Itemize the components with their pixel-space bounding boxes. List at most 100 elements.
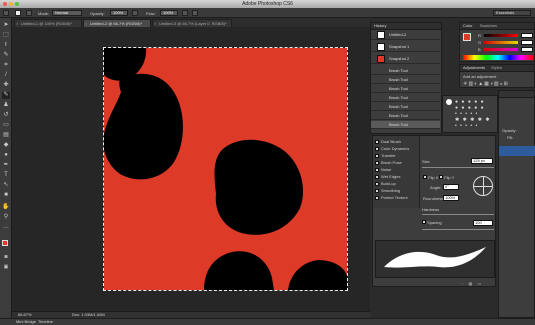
screen-mode-icon[interactable]: ▣	[2, 264, 10, 271]
pressure-opacity-icon[interactable]	[132, 10, 138, 16]
document-tab[interactable]: × Untitled-3 @ 66.7% (Layer 0, RGB/8)*	[152, 19, 232, 27]
angle-roundness-widget[interactable]	[473, 176, 493, 196]
tool-preset-icon[interactable]	[3, 10, 9, 16]
shape-tool-icon[interactable]: ■	[2, 192, 10, 199]
document-tab-active[interactable]: × Untitled-2 @ 66.7% (RGB/8)*	[83, 19, 151, 27]
option-build-up[interactable]: Build-up	[375, 180, 396, 187]
marquee-tool-icon[interactable]: ⬚	[2, 32, 10, 39]
close-tab-icon[interactable]: ×	[16, 20, 18, 27]
crop-tool-icon[interactable]: ⌗	[2, 62, 10, 69]
option-brush-pose[interactable]: Brush Pose	[375, 159, 402, 166]
brush-tip-grid[interactable]: ● ● ● ● ● ● ● ● ● ● • • • • • ✱ ✱ ✱ ✱ ✱ • • …	[455, 99, 497, 131]
history-state-selected[interactable]: Brush Tool	[371, 121, 440, 129]
history-state[interactable]: Brush Tool	[371, 67, 440, 75]
zoom-tool-icon[interactable]: ⚲	[2, 214, 10, 221]
close-window-button[interactable]	[3, 2, 7, 6]
eyedropper-tool-icon[interactable]: /	[2, 72, 10, 79]
quick-select-tool-icon[interactable]: ✎	[2, 52, 10, 59]
blur-tool-icon[interactable]: ◆	[2, 142, 10, 149]
spacing-field[interactable]: 100	[473, 220, 493, 226]
opacity-field[interactable]: 100%	[110, 10, 128, 16]
brush-preset-icon[interactable]	[15, 10, 21, 16]
pressure-size-icon[interactable]	[192, 10, 198, 16]
document-tab[interactable]: × Untitled-1 @ 100% (RGB/8)*	[14, 19, 82, 27]
gradient-tool-icon[interactable]: ▤	[2, 132, 10, 139]
brush-panel-toggle-icon[interactable]	[26, 10, 32, 16]
brush-panel-footer-icons[interactable]: ◌ ▦ ▭	[461, 281, 495, 286]
flip-x-checkbox[interactable]: Flip X	[423, 175, 438, 180]
option-dual-brush[interactable]: Dual Brush	[375, 138, 401, 145]
zoom-window-button[interactable]	[15, 2, 19, 6]
red-value[interactable]	[521, 33, 533, 38]
eraser-tool-icon[interactable]: ▭	[2, 122, 10, 129]
option-wet-edges[interactable]: Wet Edges	[375, 173, 401, 180]
foreground-color-chip[interactable]	[463, 33, 471, 41]
hand-tool-icon[interactable]: ✋	[2, 204, 10, 211]
healing-brush-tool-icon[interactable]: ✚	[2, 82, 10, 89]
workspace-select[interactable]: Essentials	[493, 10, 531, 16]
flow-field[interactable]: 100%	[160, 10, 178, 16]
bottom-panel-bar: Mini Bridge Timeline	[0, 318, 535, 325]
path-selection-tool-icon[interactable]: ↖	[2, 182, 10, 189]
tab-history[interactable]: History	[374, 23, 386, 28]
spacing-checkbox[interactable]: Spacing	[422, 220, 442, 225]
dodge-tool-icon[interactable]: ●	[2, 152, 10, 159]
green-value[interactable]	[521, 40, 533, 45]
pen-tool-icon[interactable]: ✒	[2, 162, 10, 169]
more-tools-icon[interactable]: …	[2, 224, 10, 231]
close-tab-icon[interactable]: ×	[154, 20, 156, 27]
layers-panel-header	[499, 91, 534, 98]
move-tool-icon[interactable]: ➤	[2, 22, 10, 29]
brush-tip-preview[interactable]	[446, 99, 452, 105]
tab-styles[interactable]: Styles	[491, 65, 502, 70]
green-slider[interactable]	[484, 41, 518, 44]
option-noise[interactable]: Noise	[375, 166, 391, 173]
option-smoothing[interactable]: Smoothing	[375, 187, 400, 194]
mode-label: Mode:	[38, 11, 50, 16]
tab-color[interactable]: Color	[463, 23, 473, 28]
history-state[interactable]: Brush Tool	[371, 103, 440, 111]
red-slider[interactable]	[484, 34, 518, 37]
angle-field[interactable]: 0°	[443, 184, 459, 190]
option-transfer[interactable]: Transfer	[375, 152, 396, 159]
adjustments-panel: Adjustments Styles Add an adjustment ☀▥◐…	[459, 64, 535, 88]
history-state[interactable]: Brush Tool	[371, 94, 440, 102]
spacing-slider[interactable]	[422, 229, 494, 230]
history-snapshot[interactable]: Snapshot 1	[371, 42, 440, 52]
history-state[interactable]: Brush Tool	[371, 112, 440, 120]
type-tool-icon[interactable]: T	[2, 172, 10, 179]
size-slider[interactable]	[422, 167, 494, 168]
timeline-tab[interactable]: Timeline	[38, 319, 53, 325]
mode-select[interactable]: Normal	[52, 10, 82, 16]
history-brush-tool-icon[interactable]: ↺	[2, 112, 10, 119]
close-tab-icon[interactable]: ×	[85, 20, 87, 27]
adjustments-panel-header: Adjustments Styles	[460, 65, 534, 72]
airbrush-icon[interactable]	[182, 10, 188, 16]
mini-bridge-tab[interactable]: Mini Bridge	[16, 319, 36, 325]
minimize-window-button[interactable]	[9, 2, 13, 6]
history-state[interactable]: Brush Tool	[371, 85, 440, 93]
size-field[interactable]: 125 px	[471, 158, 493, 164]
option-color-dynamics[interactable]: Color Dynamics	[375, 145, 409, 152]
history-state[interactable]: Brush Tool	[371, 76, 440, 84]
roundness-field[interactable]: 100%	[443, 195, 459, 201]
document-canvas[interactable]	[103, 47, 348, 291]
foreground-color-swatch[interactable]	[2, 240, 8, 246]
option-protect-texture[interactable]: Protect Texture	[375, 194, 408, 201]
clone-stamp-tool-icon[interactable]: ♟	[2, 102, 10, 109]
quick-mask-icon[interactable]: ◙	[2, 254, 10, 261]
brush-tool-icon[interactable]: ✎	[2, 92, 10, 99]
tab-adjustments[interactable]: Adjustments	[463, 65, 485, 70]
tab-swatches[interactable]: Swatches	[480, 23, 497, 28]
brush-stroke-preview	[375, 240, 495, 278]
blue-slider[interactable]	[484, 48, 518, 51]
layer-row-selected[interactable]	[499, 146, 535, 156]
history-snapshot[interactable]: Untitled-2	[371, 30, 440, 40]
color-ramp[interactable]	[463, 55, 533, 60]
hardness-slider[interactable]	[422, 214, 494, 215]
adjustment-icons[interactable]: ☀▥◐▲▦◑▧◒⊞	[463, 81, 533, 87]
blue-value[interactable]	[521, 47, 533, 52]
lasso-tool-icon[interactable]: ℓ	[2, 42, 10, 49]
flip-y-checkbox[interactable]: Flip Y	[439, 175, 454, 180]
history-snapshot[interactable]: Snapshot 2	[371, 54, 440, 64]
